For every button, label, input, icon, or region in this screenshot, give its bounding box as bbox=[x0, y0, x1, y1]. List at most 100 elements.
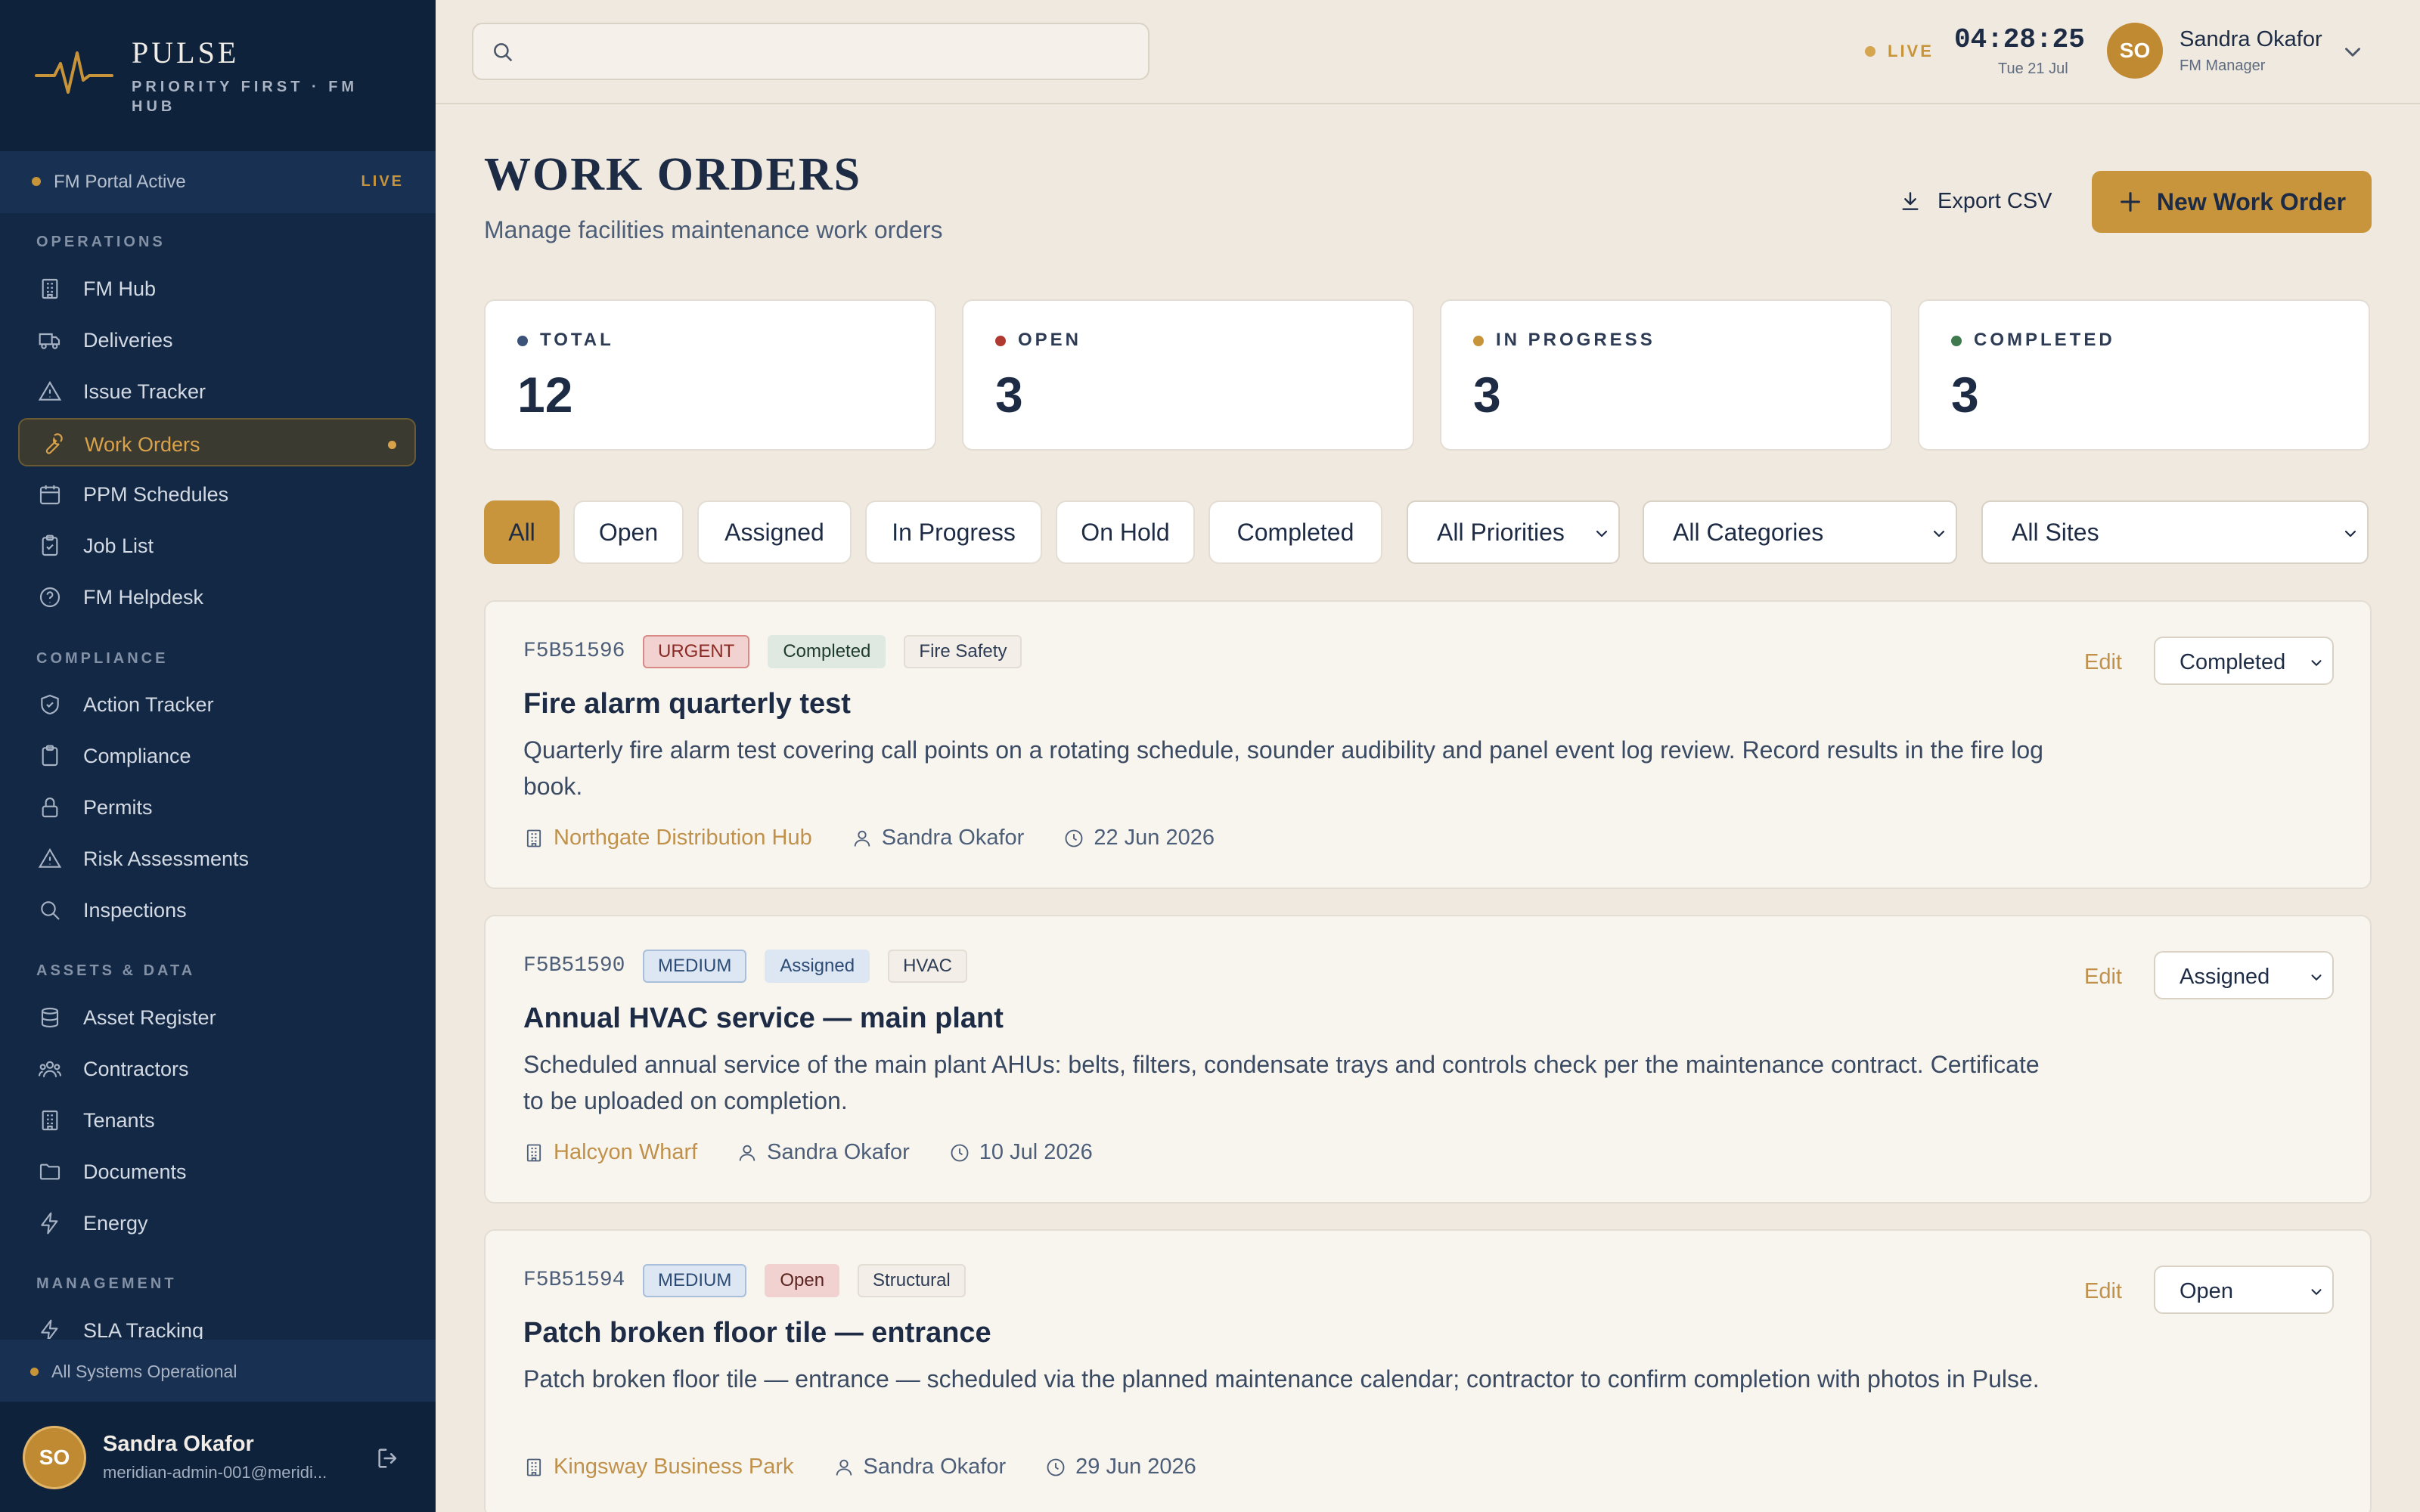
users-icon bbox=[38, 1061, 62, 1077]
folder-icon bbox=[39, 1163, 60, 1180]
sidebar-item-energy[interactable]: Energy bbox=[18, 1198, 416, 1247]
search-icon bbox=[41, 901, 60, 920]
clock-icon bbox=[1065, 829, 1083, 847]
work-order-due-date: 29 Jun 2026 bbox=[1045, 1455, 1196, 1479]
nav-section-assets: ASSETS & DATA bbox=[36, 962, 196, 979]
edit-button[interactable]: Edit bbox=[2084, 965, 2122, 990]
work-order-site[interactable]: Kingsway Business Park bbox=[523, 1455, 794, 1479]
sidebar-item-label: PPM Schedules bbox=[83, 483, 229, 506]
new-work-order-button[interactable]: New Work Order bbox=[2092, 171, 2372, 233]
sidebar-item-label: Action Tracker bbox=[83, 693, 214, 716]
filter-chip-open[interactable]: Open bbox=[573, 500, 684, 564]
status-badge: Completed bbox=[768, 635, 886, 668]
site-select-value: All Sites bbox=[2012, 519, 2099, 546]
sidebar-item-deliveries[interactable]: Deliveries bbox=[18, 315, 416, 364]
stat-label: OPEN bbox=[1018, 330, 1082, 350]
sidebar-item-label: Issue Tracker bbox=[83, 380, 206, 403]
sidebar-item-label: FM Helpdesk bbox=[83, 586, 204, 609]
status-select-value: Completed bbox=[2180, 650, 2286, 674]
sidebar-item-asset-register[interactable]: Asset Register bbox=[18, 993, 416, 1041]
work-order-title[interactable]: Annual HVAC service — main plant bbox=[523, 1002, 1004, 1035]
sidebar-item-issue-tracker[interactable]: Issue Tracker bbox=[18, 367, 416, 415]
stat-label: TOTAL bbox=[540, 330, 614, 350]
work-order-id: F5B51596 bbox=[523, 640, 625, 663]
avatar[interactable]: SO bbox=[2107, 23, 2163, 79]
portal-status-dot bbox=[32, 177, 41, 186]
sidebar-item-label: Deliveries bbox=[83, 329, 173, 352]
sidebar-item-label: SLA Tracking bbox=[83, 1319, 204, 1339]
sidebar-item-job-list[interactable]: Job List bbox=[18, 521, 416, 569]
export-csv-label: Export CSV bbox=[1938, 188, 2052, 213]
calendar-icon bbox=[39, 485, 60, 505]
work-order-title[interactable]: Fire alarm quarterly test bbox=[523, 688, 851, 720]
work-order-meta: Kingsway Business Park Sandra Okafor 29 … bbox=[523, 1455, 1236, 1479]
live-indicator-dot bbox=[1865, 46, 1876, 57]
work-order-card[interactable]: F5B51596 URGENT Completed Fire Safety Fi… bbox=[484, 600, 2372, 889]
work-order-id: F5B51594 bbox=[523, 1269, 625, 1292]
work-order-card[interactable]: F5B51594 MEDIUM Open Structural Patch br… bbox=[484, 1229, 2372, 1512]
pulse-logo-icon bbox=[35, 51, 113, 94]
sidebar-item-permits[interactable]: Permits bbox=[18, 782, 416, 831]
work-order-description: Patch broken floor tile — entrance — sch… bbox=[523, 1365, 2040, 1393]
work-order-title[interactable]: Patch broken floor tile — entrance bbox=[523, 1317, 991, 1349]
new-work-order-label: New Work Order bbox=[2156, 187, 2347, 215]
bolt-icon bbox=[41, 1319, 58, 1339]
user-icon bbox=[739, 1145, 755, 1161]
user-name[interactable]: Sandra Okafor bbox=[2180, 27, 2322, 52]
filter-chip-assigned[interactable]: Assigned bbox=[697, 500, 852, 564]
warning-icon bbox=[38, 380, 62, 401]
export-csv-button[interactable]: Export CSV bbox=[1891, 171, 2060, 231]
sidebar-item-fm-hub[interactable]: FM Hub bbox=[18, 264, 416, 312]
status-select[interactable]: Open bbox=[2154, 1266, 2334, 1314]
portal-live-badge: LIVE bbox=[361, 173, 404, 190]
building-icon bbox=[526, 1458, 541, 1476]
sidebar-item-sla-tracking[interactable]: SLA Tracking bbox=[18, 1306, 416, 1339]
truck-icon bbox=[39, 333, 60, 349]
filter-chip-on-hold[interactable]: On Hold bbox=[1056, 500, 1195, 564]
system-status-dot bbox=[30, 1368, 39, 1376]
stat-card-total: TOTAL 12 bbox=[484, 299, 936, 451]
edit-button[interactable]: Edit bbox=[2084, 1279, 2122, 1304]
sidebar-item-inspections[interactable]: Inspections bbox=[18, 885, 416, 934]
search-input[interactable] bbox=[526, 32, 1131, 73]
sidebar-item-ppm-schedules[interactable]: PPM Schedules bbox=[18, 469, 416, 518]
assignee-name: Sandra Okafor bbox=[881, 826, 1025, 850]
avatar[interactable]: SO bbox=[23, 1426, 86, 1489]
priority-select[interactable]: All Priorities bbox=[1407, 500, 1620, 564]
sidebar-item-label: Energy bbox=[83, 1212, 148, 1235]
sidebar-item-compliance[interactable]: Compliance bbox=[18, 731, 416, 779]
sidebar-item-contractors[interactable]: Contractors bbox=[18, 1044, 416, 1092]
search-bar[interactable] bbox=[472, 23, 1150, 80]
status-select[interactable]: Completed bbox=[2154, 637, 2334, 685]
stat-card-open: OPEN 3 bbox=[962, 299, 1414, 451]
work-order-site[interactable]: Halcyon Wharf bbox=[523, 1140, 697, 1165]
category-select[interactable]: All Categories bbox=[1643, 500, 1957, 564]
sidebar-item-fm-helpdesk[interactable]: FM Helpdesk bbox=[18, 572, 416, 621]
sidebar-item-documents[interactable]: Documents bbox=[18, 1147, 416, 1195]
work-order-card[interactable]: F5B51590 MEDIUM Assigned HVAC Annual HVA… bbox=[484, 915, 2372, 1204]
stat-dot bbox=[1951, 336, 1962, 346]
stat-value: 3 bbox=[1473, 367, 1501, 423]
status-badge: Open bbox=[765, 1264, 840, 1297]
chevron-down-icon bbox=[2344, 530, 2356, 538]
sidebar-item-risk-assessments[interactable]: Risk Assessments bbox=[18, 834, 416, 882]
site-select[interactable]: All Sites bbox=[1981, 500, 2369, 564]
chevron-down-icon bbox=[2311, 660, 2322, 666]
chevron-down-icon[interactable] bbox=[2340, 39, 2366, 65]
filter-chip-all[interactable]: All bbox=[484, 500, 560, 564]
system-status-text: All Systems Operational bbox=[51, 1362, 237, 1381]
sidebar-item-work-orders[interactable]: Work Orders bbox=[18, 418, 416, 466]
work-order-site[interactable]: Northgate Distribution Hub bbox=[523, 826, 812, 850]
sidebar-item-label: Work Orders bbox=[85, 433, 200, 456]
filter-chip-in-progress[interactable]: In Progress bbox=[865, 500, 1042, 564]
sidebar-item-action-tracker[interactable]: Action Tracker bbox=[18, 680, 416, 728]
stat-card-in-progress: IN PROGRESS 3 bbox=[1440, 299, 1892, 451]
page-subtitle: Manage facilities maintenance work order… bbox=[484, 216, 943, 243]
logout-icon[interactable] bbox=[375, 1445, 401, 1471]
sidebar-item-tenants[interactable]: Tenants bbox=[18, 1095, 416, 1144]
status-select[interactable]: Assigned bbox=[2154, 951, 2334, 999]
edit-button[interactable]: Edit bbox=[2084, 650, 2122, 675]
shield-check-icon bbox=[41, 694, 59, 715]
filter-chip-completed[interactable]: Completed bbox=[1208, 500, 1382, 564]
clock-icon bbox=[951, 1144, 969, 1161]
